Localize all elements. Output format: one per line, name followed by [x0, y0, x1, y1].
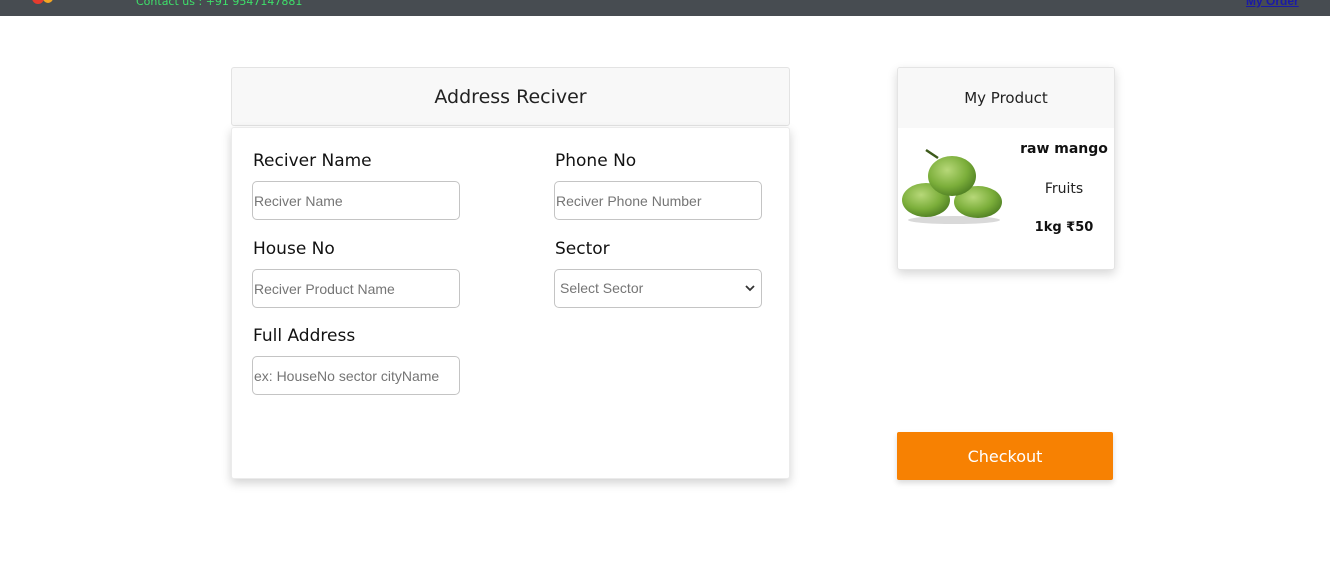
top-navbar: Contact us : +91 9547147881 My Order — [0, 0, 1330, 16]
product-card-title: My Product — [898, 68, 1114, 128]
receiver-name-input[interactable] — [252, 181, 460, 220]
phone-number-input[interactable] — [554, 181, 762, 220]
receiver-name-label: Reciver Name — [253, 151, 372, 171]
checkout-button[interactable]: Checkout — [897, 432, 1113, 480]
sector-select[interactable]: Select Sector — [554, 269, 762, 308]
product-card: My Product raw mango Fruits 1kg ₹50 — [897, 67, 1115, 270]
sector-label: Sector — [555, 239, 610, 259]
address-form: Reciver Name Phone No House No Sector Se… — [231, 127, 790, 479]
full-address-label: Full Address — [253, 326, 356, 346]
chevron-down-icon — [745, 285, 755, 292]
sector-select-value: Select Sector — [560, 280, 644, 296]
full-address-input[interactable] — [252, 356, 460, 395]
house-no-input[interactable] — [252, 269, 460, 308]
house-no-label: House No — [253, 239, 335, 259]
product-name: raw mango — [1020, 141, 1108, 157]
my-order-link[interactable]: My Order — [1246, 0, 1299, 8]
product-price: 1kg ₹50 — [1034, 220, 1094, 235]
contact-text: Contact us : +91 9547147881 — [136, 0, 303, 8]
address-form-title: Address Reciver — [231, 67, 790, 126]
product-category: Fruits — [1044, 181, 1084, 197]
phone-no-label: Phone No — [555, 151, 637, 171]
brand-logo[interactable] — [30, 0, 74, 6]
product-image — [902, 148, 1002, 224]
